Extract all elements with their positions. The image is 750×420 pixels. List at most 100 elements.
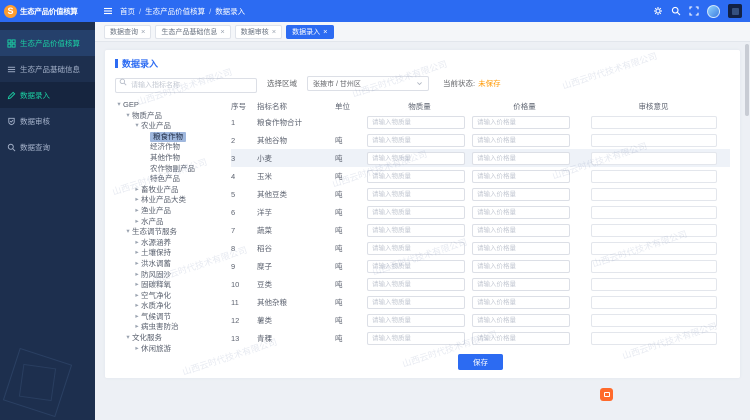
price-input[interactable]	[472, 133, 570, 147]
review-input[interactable]	[590, 133, 717, 147]
tree-node[interactable]: ▾ 生态调节服务	[115, 227, 223, 238]
tree-node[interactable]: ▸ 林业产品大类	[115, 195, 223, 206]
price-input[interactable]	[472, 115, 570, 129]
review-input[interactable]	[590, 169, 717, 183]
review-input[interactable]	[590, 187, 717, 201]
review-input[interactable]	[590, 205, 717, 219]
col-header-price: 价格量	[513, 102, 536, 111]
tree-node[interactable]: ▸ 空气净化	[115, 291, 223, 302]
sidebar-item-data-entry[interactable]: 数据录入	[0, 82, 95, 108]
tree-node-label: 生态调节服务	[132, 227, 177, 237]
tab-data-entry[interactable]: 数据录入 ×	[286, 24, 334, 39]
table-row: 13 青稞 吨	[231, 329, 730, 347]
close-icon[interactable]: ×	[272, 28, 276, 36]
tab-bar: 数据查询 × 生态产品基础信息 × 数据审核 × 数据录入 ×	[95, 22, 750, 42]
tree-node[interactable]: ▾ 农业产品	[115, 121, 223, 132]
quantity-input[interactable]	[367, 187, 465, 201]
quantity-input[interactable]	[367, 115, 465, 129]
tab-data-query[interactable]: 数据查询 ×	[104, 24, 152, 39]
tab-data-audit[interactable]: 数据审核 ×	[234, 24, 283, 39]
region-select[interactable]: 张掖市 / 甘州区	[307, 76, 429, 91]
review-input[interactable]	[590, 259, 717, 273]
price-input[interactable]	[472, 313, 570, 327]
tree-node[interactable]: 经济作物	[115, 142, 223, 153]
save-button[interactable]: 保存	[458, 354, 503, 370]
tree-node[interactable]: ▸ 水产品	[115, 217, 223, 228]
sidebar-item-data-audit[interactable]: 数据审核	[0, 108, 95, 134]
price-input[interactable]	[472, 331, 570, 345]
tree-node[interactable]: ▸ 畜牧业产品	[115, 185, 223, 196]
tree-node-selected[interactable]: 粮食作物	[115, 131, 223, 143]
quantity-input[interactable]	[367, 205, 465, 219]
close-icon[interactable]: ×	[141, 28, 145, 36]
main-content: 数据录入 选择区域 张掖市 / 甘州区 当前状态: 未保存	[95, 42, 750, 420]
price-input[interactable]	[472, 223, 570, 237]
tree-node[interactable]: ▸ 渔业产品	[115, 206, 223, 217]
close-icon[interactable]: ×	[323, 28, 327, 36]
review-input[interactable]	[590, 295, 717, 309]
quantity-input[interactable]	[367, 277, 465, 291]
review-input[interactable]	[590, 241, 717, 255]
floating-helper-button[interactable]	[600, 388, 613, 401]
sidebar-item-value-accounting[interactable]: 生态产品价值核算	[0, 30, 95, 56]
tree-node[interactable]: 其他作物	[115, 153, 223, 164]
tree-node[interactable]: ▾ GEP	[115, 100, 223, 111]
review-input[interactable]	[590, 313, 717, 327]
sidebar-item-basic-info[interactable]: 生态产品基础信息	[0, 56, 95, 82]
tree-node[interactable]: 农作物副产品	[115, 164, 223, 175]
gear-icon[interactable]	[653, 6, 663, 16]
price-input[interactable]	[472, 151, 570, 165]
tree-node[interactable]: ▸ 固碳释氧	[115, 280, 223, 291]
hamburger-menu-icon[interactable]	[103, 6, 113, 16]
tree-node[interactable]: ▸ 土壤保持	[115, 248, 223, 259]
tree-node[interactable]: 特色产品	[115, 174, 223, 185]
tree-node[interactable]: ▾ 物质产品	[115, 111, 223, 122]
price-input[interactable]	[472, 187, 570, 201]
tree-node[interactable]: ▸ 防风固沙	[115, 270, 223, 281]
indicator-name: 青稞	[257, 333, 272, 343]
tree-node[interactable]: ▾ 文化服务	[115, 333, 223, 344]
theme-button[interactable]	[728, 4, 742, 18]
quantity-input[interactable]	[367, 295, 465, 309]
tree-node[interactable]: ▸ 休闲旅游	[115, 344, 223, 355]
review-input[interactable]	[590, 277, 717, 291]
table-row: 5 其他豆类 吨	[231, 185, 730, 203]
breadcrumb-home[interactable]: 首页	[120, 6, 135, 17]
price-input[interactable]	[472, 205, 570, 219]
close-icon[interactable]: ×	[220, 28, 224, 36]
review-input[interactable]	[590, 115, 717, 129]
avatar[interactable]	[707, 4, 720, 18]
tree-node[interactable]: ▸ 水质净化	[115, 301, 223, 312]
sidebar-decoration	[2, 347, 73, 418]
fullscreen-icon[interactable]	[689, 6, 699, 16]
tree-node[interactable]: ▸ 洪水调蓄	[115, 259, 223, 270]
sidebar-item-data-query[interactable]: 数据查询	[0, 134, 95, 160]
review-input[interactable]	[590, 223, 717, 237]
search-icon[interactable]	[671, 6, 681, 16]
row-index: 1	[231, 117, 236, 127]
breadcrumb-separator: /	[209, 6, 212, 16]
quantity-input[interactable]	[367, 241, 465, 255]
quantity-input[interactable]	[367, 223, 465, 237]
tree-node-label: 气候调节	[141, 311, 171, 321]
tree-node[interactable]: ▸ 气候调节	[115, 312, 223, 323]
price-input[interactable]	[472, 277, 570, 291]
price-input[interactable]	[472, 241, 570, 255]
review-input[interactable]	[590, 151, 717, 165]
quantity-input[interactable]	[367, 259, 465, 273]
price-input[interactable]	[472, 259, 570, 273]
tab-basic-info[interactable]: 生态产品基础信息 ×	[155, 24, 231, 39]
review-input[interactable]	[590, 331, 717, 345]
quantity-input[interactable]	[367, 151, 465, 165]
price-input[interactable]	[472, 295, 570, 309]
quantity-input[interactable]	[367, 169, 465, 183]
quantity-input[interactable]	[367, 133, 465, 147]
breadcrumb-section[interactable]: 生态产品价值核算	[145, 6, 205, 17]
tree-node[interactable]: ▸ 病虫害防治	[115, 322, 223, 333]
page-scrollbar[interactable]	[745, 44, 749, 116]
price-input[interactable]	[472, 169, 570, 183]
quantity-input[interactable]	[367, 313, 465, 327]
quantity-input[interactable]	[367, 331, 465, 345]
search-input[interactable]	[115, 78, 257, 93]
tree-node[interactable]: ▸ 水源涵养	[115, 238, 223, 249]
